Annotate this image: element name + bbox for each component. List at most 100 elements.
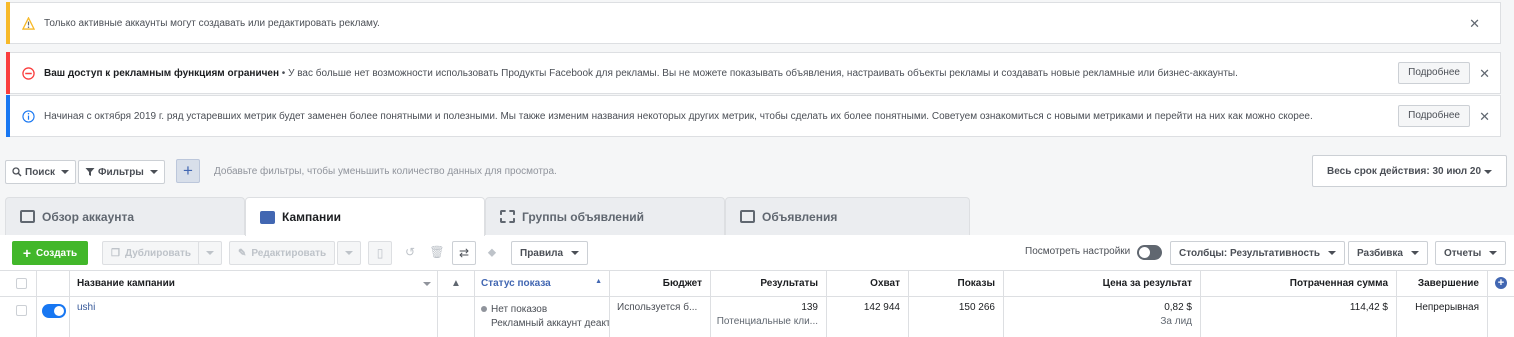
filters-button[interactable]: Фильтры <box>78 160 165 184</box>
results-cell: 139 Потенциальные кли... <box>711 297 827 337</box>
tab-ad-sets[interactable]: Группы объявлений <box>485 197 725 235</box>
column-header-cost[interactable]: Цена за результат <box>1004 271 1201 296</box>
status-subtext: Рекламный аккаунт деакти <box>491 318 609 329</box>
ad-icon <box>740 210 755 223</box>
tab-account-overview[interactable]: Обзор аккаунта <box>5 197 245 235</box>
breakdown-button[interactable]: Разбивка <box>1348 241 1428 265</box>
row-select-cell <box>0 297 37 337</box>
breakdown-label: Разбивка <box>1357 247 1403 259</box>
plus-icon: + <box>22 245 32 261</box>
blocked-icon <box>22 67 35 80</box>
select-all-checkbox[interactable] <box>16 278 27 289</box>
add-column-icon[interactable]: + <box>1495 277 1507 289</box>
create-button[interactable]: + Создать <box>12 241 88 265</box>
select-all-cell <box>0 271 37 296</box>
notice-body: • У вас больше нет возможности использов… <box>279 68 1238 79</box>
reports-button[interactable]: Отчеты <box>1435 241 1507 265</box>
column-label: Результаты <box>760 278 818 289</box>
export-icon[interactable]: ⇄ <box>452 241 476 265</box>
undo-icon[interactable]: ↺ <box>398 241 422 265</box>
trash-icon[interactable]: 🗑 <box>425 241 449 265</box>
edit-button[interactable]: ✎ Редактировать <box>229 241 336 265</box>
column-header-impressions[interactable]: Показы <box>909 271 1004 296</box>
filters-label: Фильтры <box>98 166 144 178</box>
column-label: Название кампании <box>77 278 175 289</box>
campaign-name-link[interactable]: ushi <box>77 302 95 313</box>
chevron-down-icon <box>1328 251 1337 255</box>
tab-label: Группы объявлений <box>522 209 644 224</box>
cost-cell: 0,82 $ За лид <box>1004 297 1201 337</box>
column-label: Охват <box>870 278 900 289</box>
budget-text: Используется б... <box>617 302 698 313</box>
warning-icon <box>22 17 35 30</box>
error-bar <box>6 52 10 94</box>
view-settings-toggle[interactable] <box>1137 245 1162 260</box>
search-button[interactable]: Поиск <box>5 160 77 184</box>
column-header-name[interactable]: Название кампании <box>70 271 438 296</box>
tab-label: Кампании <box>282 210 341 224</box>
reports-label: Отчеты <box>1444 247 1482 259</box>
close-icon[interactable]: ✕ <box>1479 109 1490 125</box>
duplicate-menu-button[interactable] <box>198 241 222 265</box>
tab-label: Объявления <box>762 209 838 224</box>
column-label: Потраченная сумма <box>1289 278 1388 289</box>
date-range-label: Весь срок действия: 30 июл 20 <box>1327 166 1482 177</box>
column-header-results[interactable]: Результаты <box>711 271 827 296</box>
results-value: 139 <box>801 302 818 313</box>
campaign-on-toggle[interactable] <box>42 304 66 318</box>
reach-value: 142 944 <box>863 302 900 313</box>
impressions-value: 150 266 <box>958 302 995 313</box>
chevron-down-icon <box>61 170 70 174</box>
column-header-reach[interactable]: Охват <box>827 271 909 296</box>
columns-button[interactable]: Столбцы: Результативность <box>1170 241 1346 265</box>
tab-campaigns[interactable]: Кампании <box>245 197 485 236</box>
edit-menu-button[interactable] <box>337 241 361 265</box>
results-type: Потенциальные кли... <box>716 316 818 327</box>
filter-bar: Поиск Фильтры + Добавьте фильтры, чтобы … <box>0 152 1514 194</box>
duplicate-button[interactable]: ❐ Дублировать <box>102 241 201 265</box>
notice-text: Начиная с октября 2019 г. ряд устаревших… <box>44 111 1313 122</box>
column-header-end[interactable]: Завершение <box>1397 271 1488 296</box>
filter-hint: Добавьте фильтры, чтобы уменьшить количе… <box>214 166 557 177</box>
sort-up-icon: ▲ <box>595 278 602 285</box>
column-label: Цена за результат <box>1102 278 1192 289</box>
impressions-cell: 150 266 <box>909 297 1004 337</box>
delivery-warning-header: ▲ <box>438 271 475 296</box>
more-button[interactable]: Подробнее <box>1398 105 1470 127</box>
view-settings-label: Посмотреть настройки <box>1025 246 1131 257</box>
row-checkbox[interactable] <box>16 305 27 316</box>
metrics-info-notice: Начиная с октября 2019 г. ряд устаревших… <box>6 95 1501 137</box>
campaign-icon <box>260 210 275 224</box>
warning-icon: ▲ <box>451 278 461 289</box>
cost-type: За лид <box>1160 316 1192 327</box>
create-label: Создать <box>36 247 78 259</box>
column-header-spent[interactable]: Потраченная сумма <box>1201 271 1397 296</box>
search-label: Поиск <box>25 166 56 178</box>
tag-icon[interactable]: ⬥ <box>480 241 504 265</box>
table-header: Название кампании ▲ Статус показа ▲ Бюдж… <box>0 271 1514 297</box>
tab-ads[interactable]: Объявления <box>725 197 970 235</box>
more-button[interactable]: Подробнее <box>1398 62 1470 84</box>
date-range-picker[interactable]: Весь срок действия: 30 июл 20 <box>1312 155 1507 187</box>
rules-label: Правила <box>520 247 564 259</box>
clipboard-icon[interactable]: ▯ <box>368 241 392 265</box>
chevron-down-icon <box>1489 251 1498 255</box>
add-filter-button[interactable]: + <box>176 159 200 183</box>
status-dot <box>481 306 487 312</box>
filter-icon <box>85 168 95 176</box>
column-header-status[interactable]: Статус показа ▲ <box>475 271 610 296</box>
restricted-access-notice: Ваш доступ к рекламным функциям ограниче… <box>6 52 1501 94</box>
chevron-down-icon <box>423 282 431 286</box>
columns-label: Столбцы: Результативность <box>1179 247 1321 259</box>
column-header-budget[interactable]: Бюджет <box>610 271 711 296</box>
rules-button[interactable]: Правила <box>511 241 589 265</box>
end-cell: Непрерывная <box>1397 297 1488 337</box>
reach-cell: 142 944 <box>827 297 909 337</box>
column-label: Бюджет <box>662 278 702 289</box>
chevron-down-icon <box>1484 170 1492 174</box>
close-icon[interactable]: ✕ <box>1469 16 1480 32</box>
column-label: Показы <box>957 278 996 289</box>
close-icon[interactable]: ✕ <box>1479 66 1490 82</box>
table-row[interactable]: ushi Нет показов Рекламный аккаунт деакт… <box>0 297 1514 337</box>
chevron-down-icon <box>149 170 158 174</box>
